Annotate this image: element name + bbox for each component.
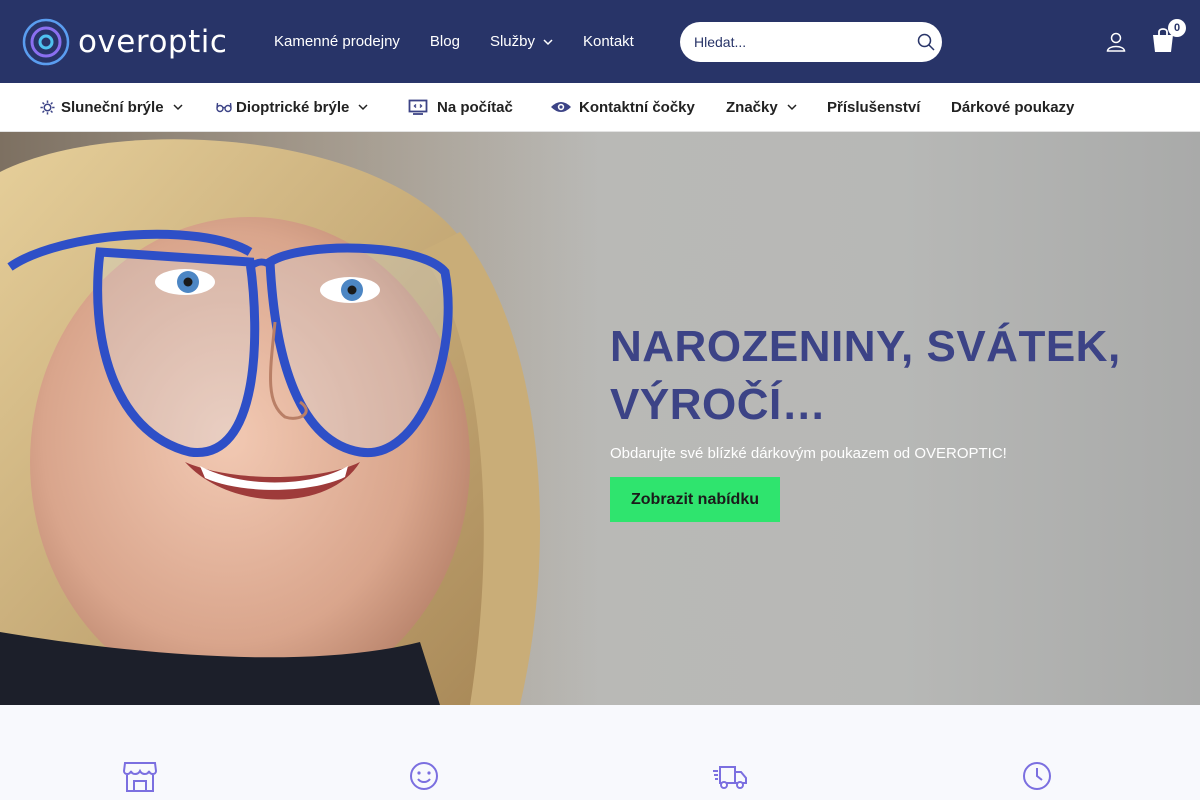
nav-sluzby[interactable]: Služby: [490, 33, 553, 50]
category-label: Dioptrické brýle: [236, 98, 350, 116]
category-label: Sluneční brýle: [61, 98, 164, 116]
hero-banner: NAROZENINY, SVÁTEK, VÝROČÍ… Obdarujte sv…: [0, 132, 1200, 705]
category-label: Na počítač: [437, 98, 513, 116]
hero-subtitle: Obdarujte své blízké dárkovým poukazem o…: [610, 445, 1007, 462]
cart-count-badge: 0: [1168, 19, 1186, 37]
category-label: Příslušenství: [827, 98, 921, 116]
category-kontaktni-cocky[interactable]: Kontaktní čočky: [550, 83, 695, 131]
monitor-icon: [408, 99, 428, 115]
nav-kontakt[interactable]: Kontakt: [583, 33, 634, 50]
category-znacky[interactable]: Značky: [726, 83, 797, 131]
nav-blog[interactable]: Blog: [430, 33, 460, 50]
user-account-icon[interactable]: [1104, 30, 1128, 54]
category-dioptricke-bryle[interactable]: Dioptrické brýle: [216, 83, 368, 131]
glasses-icon: [216, 102, 232, 113]
category-label: Kontaktní čočky: [579, 98, 695, 116]
top-header: overoptic Kamenné prodejny Blog Služby K…: [0, 0, 1200, 83]
nav-label: Služby: [489, 33, 535, 50]
sun-icon: [40, 99, 55, 115]
chevron-down-icon: [543, 38, 553, 45]
category-darkove-poukazy[interactable]: Dárkové poukazy: [951, 83, 1074, 131]
search-box: [680, 22, 942, 62]
hero-photo-woman-with-glasses: [0, 132, 600, 705]
logo[interactable]: overoptic: [20, 16, 227, 68]
store-icon: [122, 762, 158, 792]
hero-title: NAROZENINY, SVÁTEK, VÝROČÍ…: [610, 322, 1121, 429]
clock-icon: [1023, 762, 1051, 790]
delivery-truck-icon: [713, 766, 747, 789]
features-strip: [0, 705, 1200, 800]
nav-label: Kamenné prodejny: [274, 33, 400, 50]
smile-icon: [410, 762, 438, 790]
category-prislusenstvi[interactable]: Příslušenství: [827, 83, 920, 131]
logo-text: overoptic: [78, 24, 228, 60]
category-label: Značky: [726, 98, 778, 116]
category-label: Dárkové poukazy: [951, 98, 1075, 116]
chevron-down-icon: [787, 104, 797, 111]
search-icon[interactable]: [916, 32, 936, 52]
search-input[interactable]: [694, 22, 904, 62]
chevron-down-icon: [358, 104, 368, 111]
nav-kamenne-prodejny[interactable]: Kamenné prodejny: [274, 33, 400, 50]
category-na-pocitac[interactable]: Na počítač: [408, 83, 513, 131]
eye-icon: [551, 102, 571, 112]
top-navigation: Kamenné prodejny Blog Služby Kontakt: [274, 0, 664, 83]
category-slunecni-bryle[interactable]: Sluneční brýle: [40, 83, 183, 131]
nav-label: Kontakt: [582, 33, 634, 50]
logo-icon: [22, 18, 70, 66]
category-navigation: Sluneční brýle Dioptrické brýle Na počít…: [0, 83, 1200, 132]
chevron-down-icon: [173, 104, 183, 111]
show-offer-button[interactable]: Zobrazit nabídku: [610, 477, 780, 522]
nav-label: Blog: [429, 33, 460, 50]
